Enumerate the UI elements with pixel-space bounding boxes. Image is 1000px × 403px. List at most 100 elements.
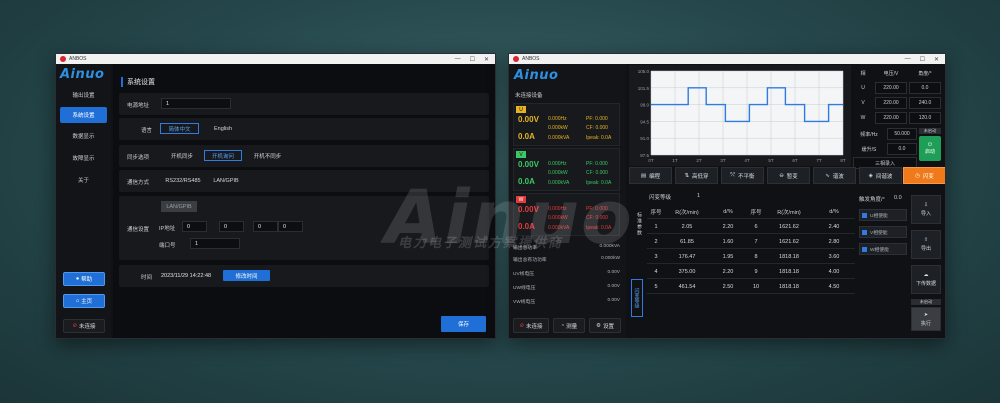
phase-power: 0.000kW (548, 125, 568, 131)
voltage-input-v[interactable]: 220.00 (875, 97, 907, 109)
phase-cf: CF: 0.000 (586, 125, 608, 131)
ip-octet-3[interactable]: 0 (253, 221, 278, 232)
nav-data-display[interactable]: 数据显示 (60, 128, 107, 144)
settings-button[interactable]: ⚙ 设置 (589, 318, 621, 333)
table-row[interactable]: 3 176.47 1.95 8 1818.18 3.60 (647, 250, 855, 264)
standard-params-tab[interactable]: 标准参数 (631, 212, 643, 236)
execute-status-label: 未启动 (911, 299, 941, 305)
start-button[interactable]: ⏻ 启动 (919, 136, 941, 161)
angle-input-v[interactable]: 240.0 (909, 97, 941, 109)
tool-transient[interactable]: ⊖ 暂变 (767, 167, 810, 184)
import-button[interactable]: ⇩ 导入 (911, 195, 941, 224)
download-data-button[interactable]: ☁ 下传数据 (911, 265, 941, 294)
window-title: ANBOS (69, 56, 87, 62)
nav-fault-display[interactable]: 故障显示 (60, 150, 107, 166)
ip-octet-2[interactable]: 0 (219, 221, 244, 232)
v-phase-enable-checkbox[interactable]: V相使能 (859, 226, 907, 238)
tool-interharmonic[interactable]: ◈ 间谐波 (859, 167, 902, 184)
y-tick-label: 98.0 (640, 103, 649, 108)
phase-ipeak: Ipeak: 0.0A (586, 135, 612, 141)
voltage-input-w[interactable]: 220.00 (875, 112, 907, 124)
language-option-chinese[interactable]: 简体中文 (160, 123, 199, 134)
ip-octet-4[interactable]: 0 (278, 221, 303, 232)
ramp-input[interactable]: 0.0 (887, 143, 917, 155)
phase-cf: CF: 0.000 (586, 170, 608, 176)
title-bar: ANBOS — ☐ ✕ (509, 54, 945, 64)
phase-frequency: 0.000Hz (548, 161, 567, 167)
w-phase-enable-checkbox[interactable]: W相使能 (859, 243, 907, 255)
angle-input-u[interactable]: 0.0 (909, 82, 941, 94)
nav-about[interactable]: 关于 (60, 172, 107, 188)
maximize-button[interactable]: ☐ (920, 56, 925, 63)
comm-option-lan-gpib[interactable]: LAN/GPIB (207, 175, 245, 186)
close-button[interactable]: ✕ (484, 56, 489, 63)
phase-tag: V (516, 151, 526, 158)
table-row[interactable]: 5 461.54 2.50 10 1818.18 4.50 (647, 280, 855, 294)
header-voltage: 电压/V (883, 70, 899, 77)
ip-label: IP地址 (159, 226, 176, 232)
nav-output-settings[interactable]: 输出设置 (60, 87, 107, 103)
power-address-input[interactable]: 1 (161, 98, 231, 109)
connection-status-button[interactable]: ⊘ 未连接 (513, 318, 549, 333)
disconnect-icon: ⊘ (72, 323, 78, 329)
phase-v-card: V 0.00V 0.0A 0.000Hz 0.000kW 0.000kVA PF… (513, 148, 620, 191)
power-address-label: 电源地址 (127, 103, 150, 109)
phase-cf: CF: 0.000 (586, 215, 608, 221)
minimize-button[interactable]: — (905, 56, 911, 63)
save-button[interactable]: 保存 (441, 316, 486, 332)
row-phase: U (861, 85, 865, 91)
cloud-upload-icon: ☁ (923, 272, 929, 278)
sync-option-no-sync[interactable]: 开机不同步 (245, 150, 290, 161)
ip-octet-1[interactable]: 0 (182, 221, 207, 232)
phase-apparent-power: 0.000kVA (548, 135, 570, 141)
execute-button[interactable]: ➤ 执行 (911, 307, 941, 331)
lvrt-icon: ⇅ (684, 172, 690, 179)
tool-flicker[interactable]: ◷ 闪变 (903, 167, 945, 184)
x-tick-label: 8T (840, 158, 846, 163)
trigger-angle-value[interactable]: 0.0 (894, 195, 902, 201)
u-phase-enable-checkbox[interactable]: U相使能 (859, 209, 907, 221)
app-logo-icon (513, 56, 519, 62)
comm-option-rs232[interactable]: RS232/RS485 (161, 175, 205, 186)
tool-unbalance[interactable]: ⤲ 不平衡 (721, 167, 764, 184)
flicker-level-tab[interactable]: 闪变等级 (631, 279, 643, 317)
export-button[interactable]: ⇧ 导出 (911, 230, 941, 259)
maximize-button[interactable]: ☐ (470, 56, 475, 63)
language-option-english[interactable]: English (205, 123, 241, 134)
connection-status-button[interactable]: ⊘ 未连接 (63, 319, 105, 333)
sync-option-on-boot[interactable]: 开机同步 (163, 150, 201, 161)
help-button[interactable]: ● 帮助 (63, 272, 105, 286)
checkbox-icon (862, 212, 867, 218)
phase-frequency: 0.000Hz (548, 116, 567, 122)
language-row: 语言 简体中文 English (119, 118, 489, 140)
lan-gpib-tab[interactable]: LAN/GPIB (161, 201, 197, 212)
change-time-button[interactable]: 修改时间 (223, 270, 270, 281)
harmonic-icon: ∿ (825, 172, 830, 179)
language-label: 语言 (141, 128, 153, 134)
table-row[interactable]: 4 375.00 2.20 9 1818.18 4.00 (647, 265, 855, 279)
phase-voltage: 0.00V (518, 205, 539, 214)
flicker-level-value[interactable]: 1 (697, 193, 700, 199)
frequency-input[interactable]: 50.000 (887, 128, 917, 140)
phase-apparent-power: 0.000kVA (548, 225, 570, 231)
close-button[interactable]: ✕ (934, 56, 939, 63)
tool-program[interactable]: ▤ 编程 (629, 167, 672, 184)
phase-tag: W (516, 196, 526, 203)
tool-harmonic[interactable]: ∿ 谐波 (813, 167, 856, 184)
table-row[interactable]: 2 61.85 1.60 7 1621.62 2.80 (647, 235, 855, 249)
voltage-input-u[interactable]: 220.00 (875, 82, 907, 94)
settings-window: ANBOS — ☐ ✕ Ainuo 输出设置 系统设置 数据显示 故障显示 关于… (55, 53, 496, 339)
tool-lvrt-hvrt[interactable]: ⇅ 高低穿 (675, 167, 718, 184)
measure-button[interactable]: ◔ 测量 (553, 318, 585, 333)
time-row: 时间 2023/11/29 14:22:48 修改时间 (119, 265, 489, 287)
y-tick-label: 91.0 (640, 136, 649, 141)
nav-system-settings[interactable]: 系统设置 (60, 107, 107, 123)
phase-current: 0.0A (518, 177, 535, 186)
minimize-button[interactable]: — (455, 56, 461, 63)
table-row[interactable]: 1 2.05 2.20 6 1621.62 2.40 (647, 220, 855, 234)
home-button[interactable]: ⌂ 主页 (63, 294, 105, 308)
flicker-level-label: 闪变等级 (649, 195, 672, 201)
sync-option-ask[interactable]: 开机询问 (204, 150, 242, 161)
port-input[interactable]: 1 (190, 238, 240, 249)
angle-input-w[interactable]: 120.0 (909, 112, 941, 124)
